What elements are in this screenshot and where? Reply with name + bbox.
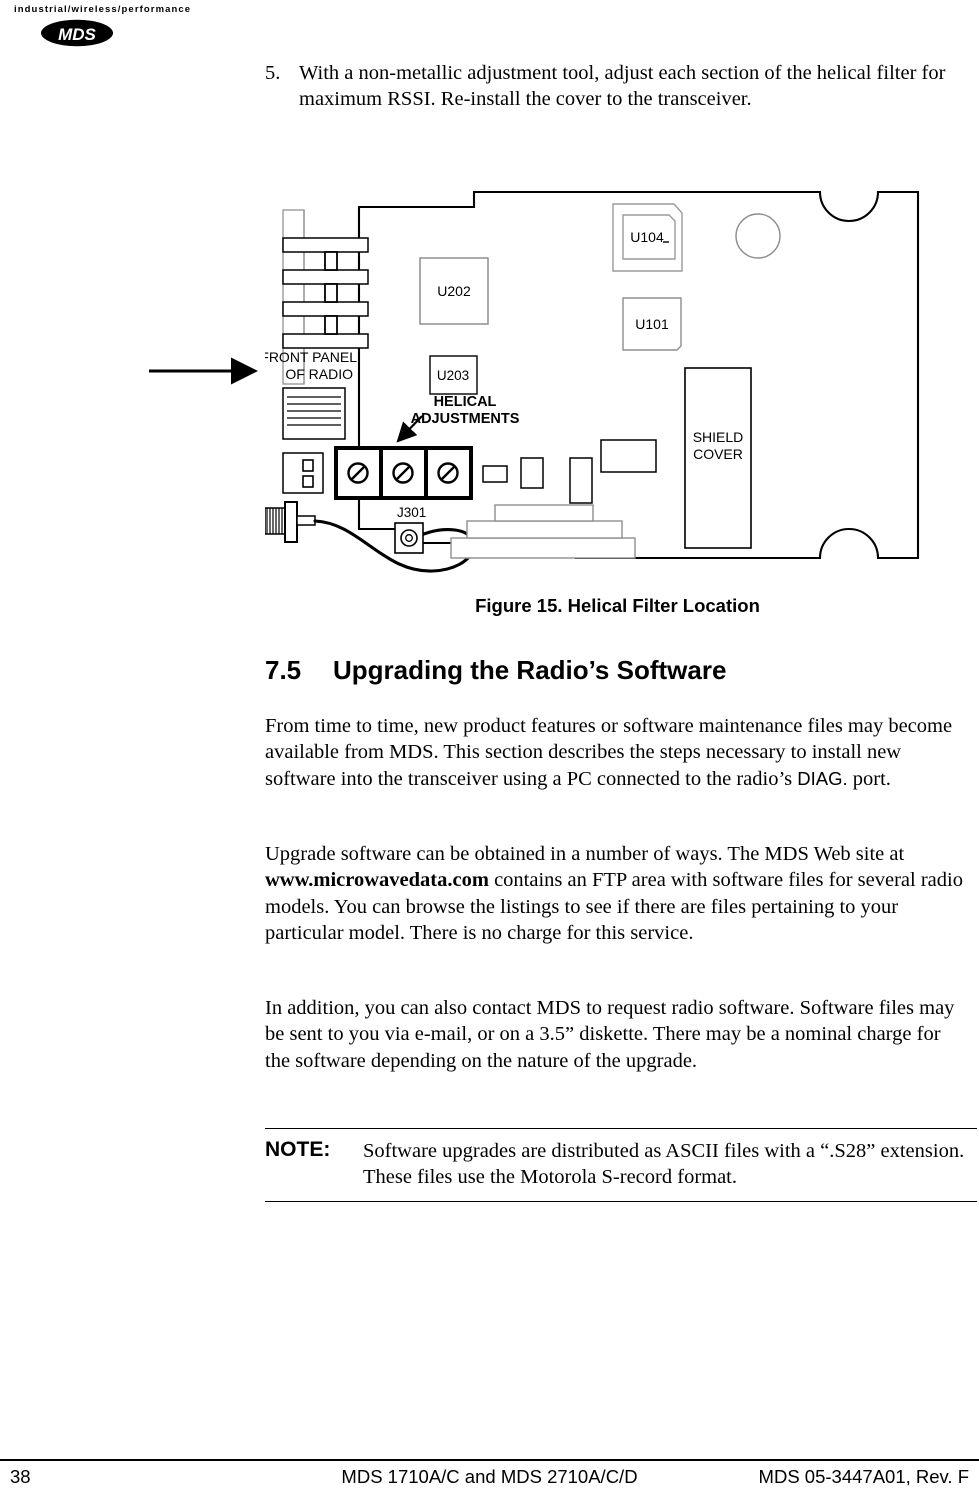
u203-chip: U203: [429, 355, 478, 395]
paragraph-1: From time to time, new product features …: [265, 713, 970, 792]
front-panel-arrow-wrap: [149, 357, 258, 385]
u101-chip: U101: [622, 297, 682, 351]
front-panel-callout: FRONT PANEL OF RADIO: [260, 349, 357, 382]
section-heading: 7.5 Upgrading the Radio’s Software: [265, 655, 970, 686]
shield-cover-label-line1: SHIELD: [693, 429, 744, 445]
j301-label: J301: [397, 505, 426, 520]
u101-label: U101: [635, 316, 669, 332]
antenna-connector: [264, 501, 316, 543]
figure-caption: Figure 15. Helical Filter Location: [475, 595, 760, 616]
note-text: Software upgrades are distributed as ASC…: [363, 1140, 965, 1189]
component-small-2: [520, 457, 544, 489]
u203-label: U203: [437, 368, 469, 383]
helical-adjustments-callout: HELICAL ADJUSTMENTS: [396, 394, 520, 443]
u104-label: U104: [630, 229, 664, 245]
helical-label-line1: HELICAL: [434, 394, 497, 410]
helical-screw-3: [437, 462, 459, 484]
section-title: Upgrading the Radio’s Software: [333, 655, 727, 685]
front-panel-label-line1: FRONT PANEL: [265, 349, 357, 365]
footer-doc-number: MDS 05-3447A01, Rev. F: [758, 1466, 969, 1487]
hatched-component: [282, 387, 346, 440]
diag-port-term: DIAG.: [797, 767, 848, 789]
page-header: industrial/wireless/performance MDS: [14, 4, 314, 54]
component-small-4: [600, 439, 657, 473]
footer-rule: [0, 1459, 979, 1461]
para1-part-b: port.: [847, 767, 891, 790]
mounting-hole: [735, 213, 781, 259]
note-label: NOTE:: [265, 1138, 331, 1161]
u202-chip: U202: [419, 257, 489, 325]
small-pad-component: [282, 452, 324, 494]
bottom-connector-stack: [450, 504, 636, 559]
pcb-diagram: J301 U202 U203 U104 U101 SHIELD COVER FR…: [260, 190, 920, 573]
j301-connector: [394, 522, 424, 554]
page-footer: 38 MDS 1710A/C and MDS 2710A/C/D MDS 05-…: [0, 1464, 979, 1492]
shield-cover: SHIELD COVER: [684, 367, 752, 549]
section-number: 7.5: [265, 655, 302, 685]
paragraph-2: Upgrade software can be obtained in a nu…: [265, 841, 970, 947]
step-number: 5.: [265, 62, 281, 84]
paragraph-3: In addition, you can also contact MDS to…: [265, 995, 970, 1074]
helical-label-line2: ADJUSTMENTS: [411, 411, 520, 427]
mds-logo: MDS: [40, 18, 114, 48]
figure-helical-filter-location: J301 U202 U203 U104 U101 SHIELD COVER FR…: [149, 178, 965, 578]
para3-text: In addition, you can also contact MDS to…: [265, 997, 955, 1072]
svg-text:MDS: MDS: [58, 25, 96, 44]
front-panel-label-line2: OF RADIO: [285, 366, 353, 382]
shield-cover-label-line2: COVER: [693, 446, 743, 462]
website-url[interactable]: www.microwavedata.com: [265, 869, 489, 891]
left-edge-fingers: [282, 237, 369, 349]
numbered-step-5: 5. With a non-metallic adjustment tool, …: [265, 60, 970, 113]
note-block: NOTE: Software upgrades are distributed …: [265, 1128, 977, 1202]
helical-filter-assembly: [334, 446, 473, 500]
step-text: With a non-metallic adjustment tool, adj…: [299, 62, 946, 111]
note-rule-bottom: [265, 1200, 977, 1202]
company-tagline: industrial/wireless/performance: [14, 4, 192, 15]
u104-chip: U104: [612, 203, 683, 272]
para2-part-a: Upgrade software can be obtained in a nu…: [265, 843, 905, 865]
component-small-3: [569, 457, 593, 504]
helical-screw-2: [392, 462, 414, 484]
helical-screw-1: [347, 462, 369, 484]
u202-label: U202: [437, 283, 471, 299]
component-small-1: [482, 465, 508, 483]
